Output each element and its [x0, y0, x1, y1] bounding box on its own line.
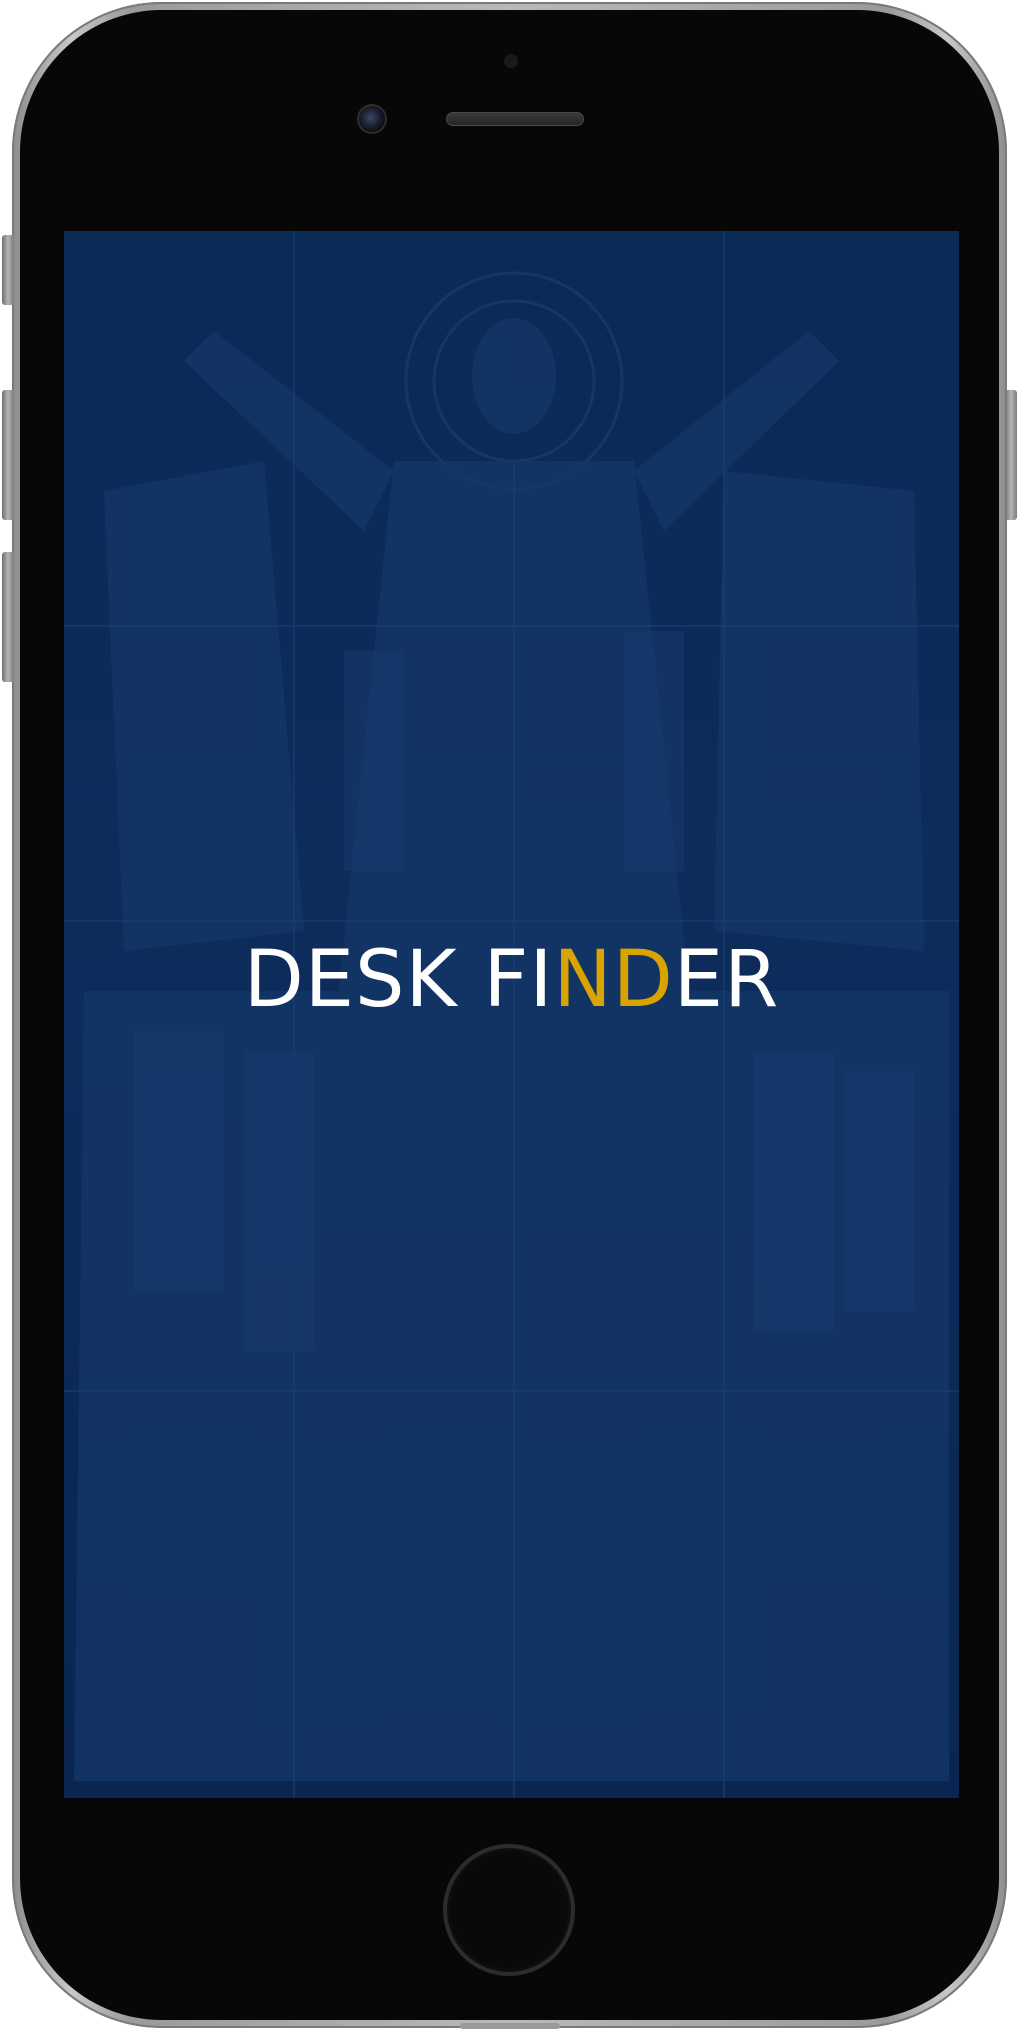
- wordmark-part-2-highlight: ND: [553, 935, 674, 1025]
- volume-up-button[interactable]: [2, 390, 14, 520]
- proximity-sensor-icon: [504, 54, 518, 68]
- mute-switch[interactable]: [2, 235, 14, 305]
- app-wordmark: DESK FINDER: [64, 941, 959, 1019]
- power-button[interactable]: [1005, 390, 1017, 520]
- home-button-icon[interactable]: [443, 1844, 575, 1976]
- splash-screen: DESK FINDER: [64, 231, 959, 1798]
- front-camera-icon: [357, 104, 387, 134]
- earpiece-speaker-icon: [446, 112, 584, 126]
- wordmark-part-3: ER: [673, 935, 780, 1025]
- wordmark-part-1: DESK FI: [243, 935, 554, 1025]
- bottom-edge-detail: [460, 2023, 560, 2029]
- volume-down-button[interactable]: [2, 552, 14, 682]
